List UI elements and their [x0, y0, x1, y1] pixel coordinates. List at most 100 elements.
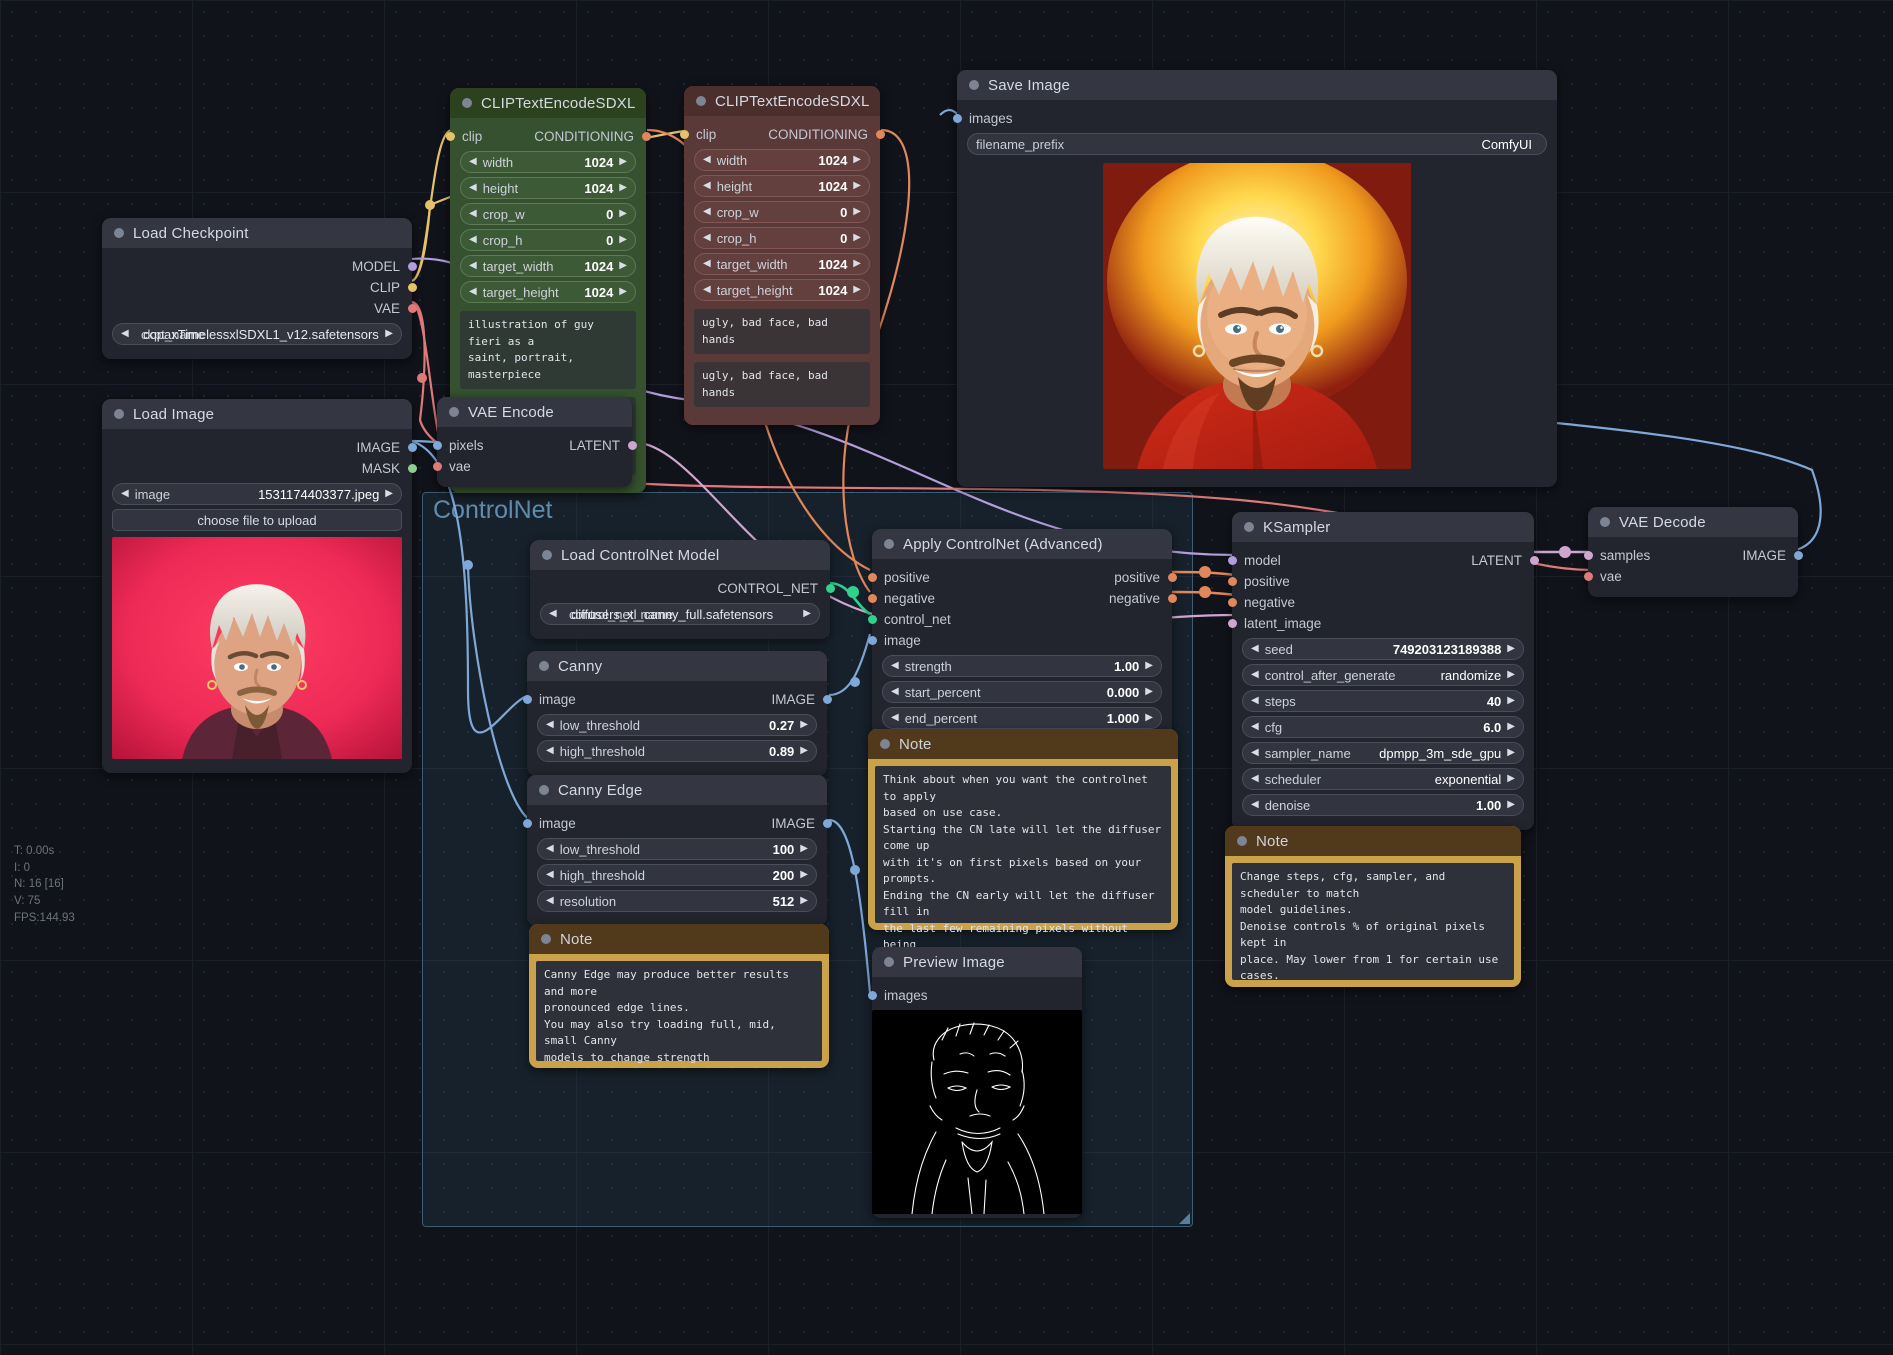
prompt-text-g[interactable]: illustration of guy fieri as a saint, po… — [460, 311, 636, 389]
decrement-arrow-icon[interactable]: ◀ — [891, 661, 899, 671]
port-dot-negative-in[interactable] — [867, 594, 877, 603]
widget-high-threshold[interactable]: ◀ high_threshold 200 ▶ — [537, 864, 817, 886]
node-load-image[interactable]: Load Image IMAGE MASK ◀ image 1531174403… — [102, 399, 417, 773]
port-dot-clip[interactable] — [445, 132, 455, 141]
port-dot-model[interactable] — [407, 262, 417, 271]
port-dot-control-net[interactable] — [867, 615, 877, 624]
widget-resolution[interactable]: ◀ resolution 512 ▶ — [537, 890, 817, 912]
decrement-arrow-icon[interactable]: ◀ — [469, 287, 477, 297]
increment-arrow-icon[interactable]: ▶ — [1507, 748, 1515, 758]
widget-start-percent[interactable]: ◀ start_percent 0.000 ▶ — [882, 681, 1162, 703]
collapse-dot-icon[interactable] — [884, 539, 894, 549]
increment-arrow-icon[interactable]: ▶ — [853, 155, 861, 165]
widget-choose-file-button[interactable]: choose file to upload — [112, 509, 402, 531]
port-dot-conditioning[interactable] — [641, 132, 651, 141]
decrement-arrow-icon[interactable]: ◀ — [1251, 774, 1259, 784]
decrement-arrow-icon[interactable]: ◀ — [469, 183, 477, 193]
widget-target-height[interactable]: ◀ target_height 1024 ▶ — [460, 281, 636, 303]
widget-height[interactable]: ◀ height 1024 ▶ — [694, 175, 870, 197]
increment-arrow-icon[interactable]: ▶ — [1507, 722, 1515, 732]
port-dot-positive-out[interactable] — [1167, 573, 1177, 582]
collapse-dot-icon[interactable] — [1244, 522, 1254, 532]
widget-seed[interactable]: ◀ seed 749203123189388 ▶ — [1242, 638, 1524, 660]
decrement-arrow-icon[interactable]: ◀ — [469, 157, 477, 167]
port-dot-latent[interactable] — [627, 441, 637, 450]
decrement-arrow-icon[interactable]: ◀ — [121, 329, 129, 339]
increment-arrow-icon[interactable]: ▶ — [853, 207, 861, 217]
node-title-bar[interactable]: VAE Decode — [1588, 507, 1798, 537]
port-dot-images[interactable] — [952, 114, 962, 123]
input-vae[interactable]: vae — [1583, 566, 1798, 587]
node-note-ksampler[interactable]: Note Change steps, cfg, sampler, and sch… — [1225, 826, 1521, 987]
node-title-bar[interactable]: Canny — [527, 651, 827, 681]
decrement-arrow-icon[interactable]: ◀ — [469, 261, 477, 271]
port-dot-negative[interactable] — [1227, 598, 1237, 607]
increment-arrow-icon[interactable]: ▶ — [800, 720, 808, 730]
node-save-image[interactable]: Save Image images filename_prefix ComfyU… — [952, 70, 1557, 487]
input-images[interactable]: images — [867, 985, 1082, 1006]
increment-arrow-icon[interactable]: ▶ — [1507, 670, 1515, 680]
collapse-dot-icon[interactable] — [1600, 517, 1610, 527]
decrement-arrow-icon[interactable]: ◀ — [469, 235, 477, 245]
widget-image-file[interactable]: ◀ image 1531174403377.jpeg ▶ — [112, 483, 402, 505]
port-dot-model[interactable] — [1227, 556, 1237, 565]
increment-arrow-icon[interactable]: ▶ — [800, 746, 808, 756]
node-clip-text-encode-negative[interactable]: CLIPTextEncodeSDXL clip CONDITIONING ◀ w… — [679, 86, 885, 425]
increment-arrow-icon[interactable]: ▶ — [853, 181, 861, 191]
widget-strength[interactable]: ◀ strength 1.00 ▶ — [882, 655, 1162, 677]
increment-arrow-icon[interactable]: ▶ — [800, 870, 808, 880]
node-vae-encode[interactable]: VAE Encode pixels LATENT vae — [432, 397, 637, 487]
decrement-arrow-icon[interactable]: ◀ — [1251, 696, 1259, 706]
widget-control-net-name[interactable]: ◀ control_net_name diffusers_xl_canny_fu… — [540, 603, 820, 625]
decrement-arrow-icon[interactable]: ◀ — [891, 713, 899, 723]
output-control-net[interactable]: CONTROL_NET — [530, 578, 835, 599]
collapse-dot-icon[interactable] — [696, 96, 706, 106]
decrement-arrow-icon[interactable]: ◀ — [1251, 800, 1259, 810]
widget-target-height[interactable]: ◀ target_height 1024 ▶ — [694, 279, 870, 301]
increment-arrow-icon[interactable]: ▶ — [853, 233, 861, 243]
port-dot-image[interactable] — [1793, 551, 1803, 560]
node-note-canny[interactable]: Note Canny Edge may produce better resul… — [529, 924, 829, 1068]
collapse-dot-icon[interactable] — [880, 739, 890, 749]
node-title-bar[interactable]: KSampler — [1232, 512, 1534, 542]
input-images[interactable]: images — [952, 108, 1557, 129]
widget-target-width[interactable]: ◀ target_width 1024 ▶ — [460, 255, 636, 277]
increment-arrow-icon[interactable]: ▶ — [1507, 800, 1515, 810]
decrement-arrow-icon[interactable]: ◀ — [703, 181, 711, 191]
widget-height[interactable]: ◀ height 1024 ▶ — [460, 177, 636, 199]
increment-arrow-icon[interactable]: ▶ — [619, 261, 627, 271]
node-canny[interactable]: Canny image IMAGE ◀ low_threshold 0.27 ▶… — [522, 651, 832, 776]
decrement-arrow-icon[interactable]: ◀ — [121, 489, 129, 499]
increment-arrow-icon[interactable]: ▶ — [1507, 774, 1515, 784]
node-vae-decode[interactable]: VAE Decode samples IMAGE vae — [1583, 507, 1803, 597]
widget-sampler-name[interactable]: ◀ sampler_name dpmpp_3m_sde_gpu ▶ — [1242, 742, 1524, 764]
collapse-dot-icon[interactable] — [541, 934, 551, 944]
decrement-arrow-icon[interactable]: ◀ — [703, 155, 711, 165]
node-title-bar[interactable]: Save Image — [957, 70, 1557, 100]
node-canny-edge[interactable]: Canny Edge image IMAGE ◀ low_threshold 1… — [522, 775, 832, 926]
widget-denoise[interactable]: ◀ denoise 1.00 ▶ — [1242, 794, 1524, 816]
increment-arrow-icon[interactable]: ▶ — [1145, 687, 1153, 697]
node-load-checkpoint[interactable]: Load Checkpoint MODEL CLIP VAE ◀ ckpt_na… — [102, 218, 417, 359]
port-dot-vae[interactable] — [407, 304, 417, 313]
output-vae[interactable]: VAE — [102, 298, 417, 319]
widget-control-after-generate[interactable]: ◀ control_after_generate randomize ▶ — [1242, 664, 1524, 686]
widget-crop-w[interactable]: ◀ crop_w 0 ▶ — [694, 201, 870, 223]
output-image[interactable]: IMAGE — [102, 437, 417, 458]
collapse-dot-icon[interactable] — [884, 957, 894, 967]
increment-arrow-icon[interactable]: ▶ — [800, 844, 808, 854]
decrement-arrow-icon[interactable]: ◀ — [469, 209, 477, 219]
decrement-arrow-icon[interactable]: ◀ — [1251, 670, 1259, 680]
decrement-arrow-icon[interactable]: ◀ — [703, 285, 711, 295]
input-negative[interactable]: negative — [1227, 592, 1534, 613]
node-title-bar[interactable]: Canny Edge — [527, 775, 827, 805]
collapse-dot-icon[interactable] — [542, 550, 552, 560]
port-dot-vae[interactable] — [1583, 572, 1593, 581]
widget-steps[interactable]: ◀ steps 40 ▶ — [1242, 690, 1524, 712]
decrement-arrow-icon[interactable]: ◀ — [1251, 644, 1259, 654]
node-load-controlnet-model[interactable]: Load ControlNet Model CONTROL_NET ◀ cont… — [530, 540, 835, 639]
port-dot-image[interactable] — [867, 636, 877, 645]
increment-arrow-icon[interactable]: ▶ — [1145, 713, 1153, 723]
port-dot-image-out[interactable] — [822, 695, 832, 704]
node-apply-controlnet-advanced[interactable]: Apply ControlNet (Advanced) positive pos… — [867, 529, 1177, 743]
